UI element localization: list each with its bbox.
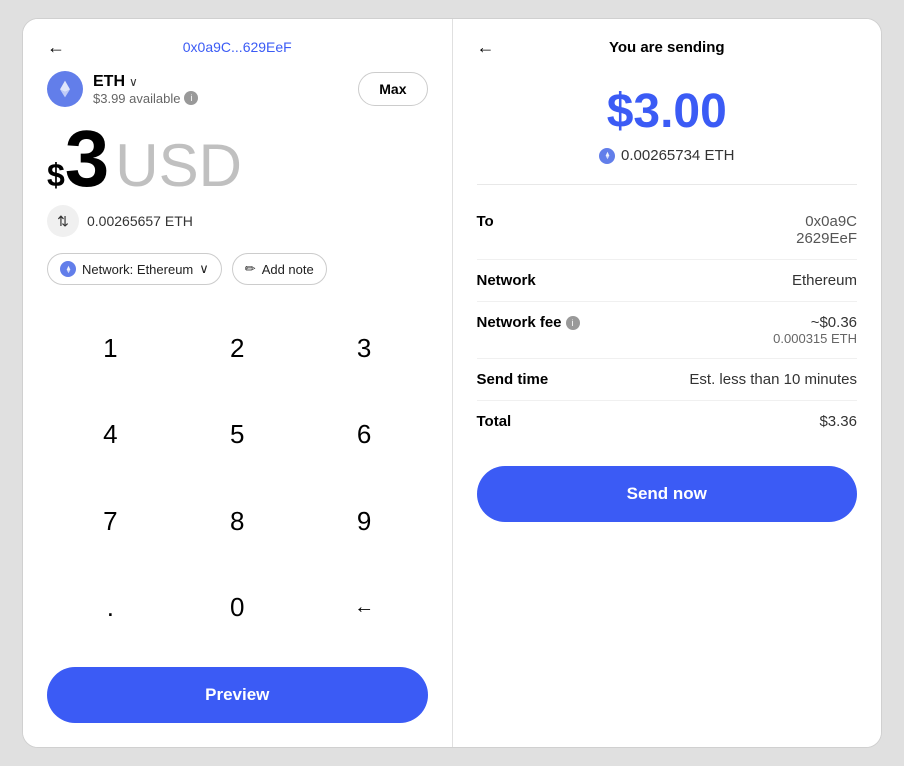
network-detail-value: Ethereum <box>792 272 857 289</box>
fee-label-row: Network fee i <box>477 314 580 331</box>
total-label: Total <box>477 413 512 430</box>
key-7[interactable]: 7 <box>47 478 174 565</box>
network-button[interactable]: Network: Ethereum ∨ <box>47 253 222 285</box>
network-row: Network Ethereum <box>477 260 858 302</box>
header: ← 0x0a9C...629EeF <box>47 39 428 55</box>
token-info: ETH ∨ $3.99 available i <box>47 71 198 107</box>
key-backspace[interactable]: ← <box>301 565 428 652</box>
network-detail-label: Network <box>477 272 536 289</box>
fee-value: ~$0.36 <box>811 314 857 331</box>
token-balance: $3.99 available i <box>93 91 198 106</box>
fee-info-icon[interactable]: i <box>566 316 580 330</box>
to-address: 0x0a9C 2629EeF <box>796 213 857 247</box>
fee-eth-value: 0.000315 ETH <box>773 331 857 346</box>
network-label: Network: Ethereum <box>82 262 193 277</box>
balance-info-icon[interactable]: i <box>184 91 198 105</box>
key-0[interactable]: 0 <box>174 565 301 652</box>
wallet-address: 0x0a9C...629EeF <box>183 39 292 55</box>
amount-currency: USD <box>115 136 242 196</box>
send-eth-row: 0.00265734 ETH <box>477 147 858 164</box>
add-note-label: Add note <box>262 262 314 277</box>
time-row: Send time Est. less than 10 minutes <box>477 359 858 401</box>
send-eth-icon <box>599 148 615 164</box>
time-value: Est. less than 10 minutes <box>689 371 857 388</box>
keypad: 1 2 3 4 5 6 7 8 9 . 0 ← <box>47 305 428 651</box>
token-name: ETH <box>93 73 125 91</box>
time-label: Send time <box>477 371 549 388</box>
key-9[interactable]: 9 <box>301 478 428 565</box>
to-row: To 0x0a9C 2629EeF <box>477 201 858 260</box>
total-value: $3.36 <box>819 413 857 430</box>
eth-amount-text: 0.00265657 ETH <box>87 213 193 229</box>
back-button[interactable]: ← <box>47 37 65 58</box>
send-screen: ← 0x0a9C...629EeF ETH ∨ $3. <box>23 19 453 747</box>
add-note-button[interactable]: ✏ Add note <box>232 253 327 285</box>
confirm-header: ← You are sending <box>477 39 858 56</box>
swap-icon[interactable]: ⇅ <box>47 205 79 237</box>
network-note-row: Network: Ethereum ∨ ✏ Add note <box>47 253 428 285</box>
network-eth-icon <box>60 261 76 277</box>
network-chevron-icon: ∨ <box>199 261 209 277</box>
pencil-icon: ✏ <box>245 261 256 277</box>
token-chevron-icon: ∨ <box>129 75 138 89</box>
confirm-screen: ← You are sending $3.00 0.00265734 ETH T… <box>453 19 882 747</box>
fee-label: Network fee <box>477 314 562 331</box>
confirm-back-button[interactable]: ← <box>477 37 495 58</box>
send-amount-display: $3.00 <box>477 84 858 139</box>
eth-conversion-row: ⇅ 0.00265657 ETH <box>47 205 428 237</box>
key-8[interactable]: 8 <box>174 478 301 565</box>
eth-icon <box>47 71 83 107</box>
key-4[interactable]: 4 <box>47 392 174 479</box>
send-dollar-amount: $3.00 <box>477 84 858 139</box>
key-6[interactable]: 6 <box>301 392 428 479</box>
send-now-button[interactable]: Send now <box>477 466 858 522</box>
amount-display: $ 3 USD <box>47 119 428 199</box>
key-5[interactable]: 5 <box>174 392 301 479</box>
dollar-sign: $ <box>47 157 65 194</box>
key-2[interactable]: 2 <box>174 305 301 392</box>
send-eth-text: 0.00265734 ETH <box>621 147 734 164</box>
token-details: ETH ∨ $3.99 available i <box>93 73 198 106</box>
key-dot[interactable]: . <box>47 565 174 652</box>
key-1[interactable]: 1 <box>47 305 174 392</box>
token-name-row[interactable]: ETH ∨ <box>93 73 198 91</box>
token-row: ETH ∨ $3.99 available i Max <box>47 71 428 107</box>
confirm-title: You are sending <box>609 39 725 56</box>
amount-number: 3 <box>65 119 110 199</box>
preview-button[interactable]: Preview <box>47 667 428 723</box>
fee-value-col: ~$0.36 0.000315 ETH <box>773 314 857 346</box>
to-label: To <box>477 213 494 230</box>
max-button[interactable]: Max <box>358 72 427 106</box>
fee-row: Network fee i ~$0.36 0.000315 ETH <box>477 302 858 359</box>
total-row: Total $3.36 <box>477 401 858 442</box>
divider <box>477 184 858 185</box>
key-3[interactable]: 3 <box>301 305 428 392</box>
